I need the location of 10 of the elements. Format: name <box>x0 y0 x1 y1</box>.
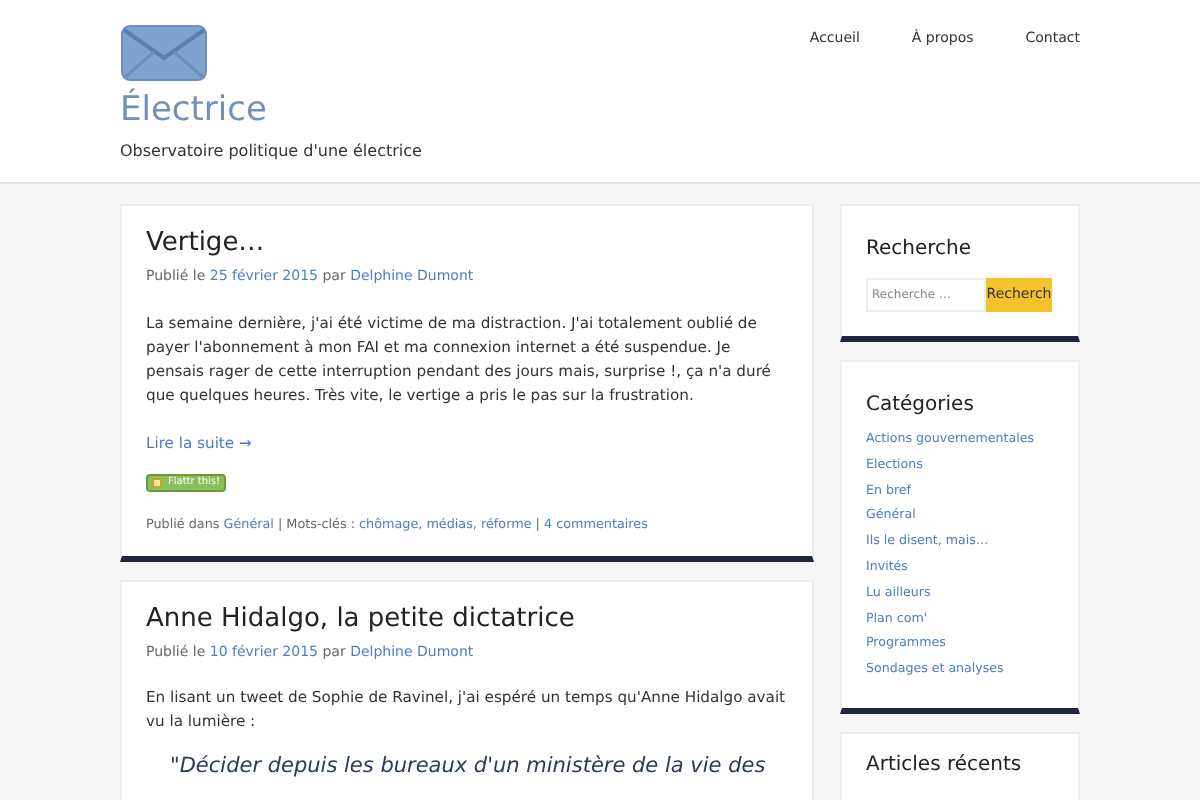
widget-title: Catégories <box>866 392 976 420</box>
post-title[interactable]: Vertige… <box>146 226 788 262</box>
site-tagline: Observatoire politique d'une électrice <box>120 140 422 164</box>
envelope-logo-icon <box>120 24 208 84</box>
blockquote: "Décider depuis les bureaux d'un ministère de la vie des <box>170 751 768 782</box>
site-title[interactable]: Électrice <box>120 88 422 132</box>
widget-title: Recherche <box>866 236 974 264</box>
widget-title: Articles récents <box>866 751 1024 780</box>
post-title[interactable]: Anne Hidalgo, la petite dictatrice <box>146 601 788 638</box>
flattr-icon <box>152 478 162 489</box>
